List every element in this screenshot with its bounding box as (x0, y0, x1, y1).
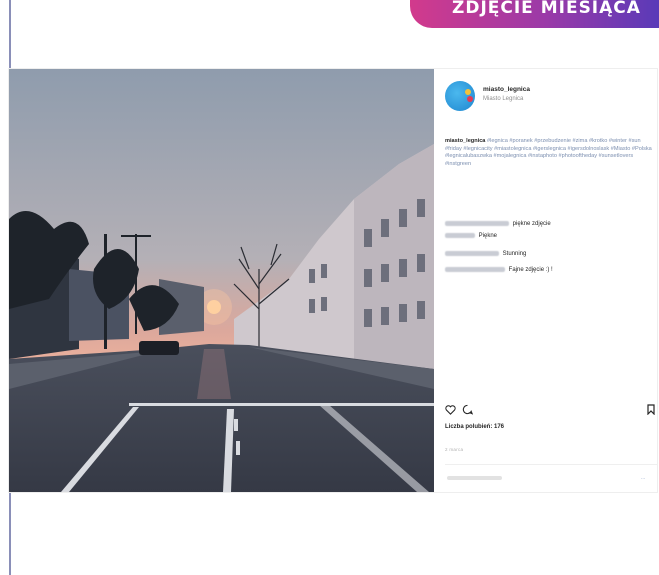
post-photo[interactable] (9, 69, 434, 492)
location[interactable]: Miasto Legnica (483, 96, 523, 102)
comment-input[interactable] (447, 476, 502, 480)
street-sunset-photo (9, 69, 434, 492)
comment-text: piękne zdjęcie (512, 221, 551, 227)
post-header: miasto_legnica Miasto Legnica (445, 81, 655, 111)
photo-of-the-month-banner: ZDJĘCIE MIESIĄCA (410, 0, 659, 28)
comment-text: Stunning (502, 251, 527, 257)
likes-count[interactable]: Liczba polubień: 176 (445, 424, 504, 430)
comment: Fajne zdjęcie :) ! (445, 266, 553, 274)
blurred-username (445, 220, 509, 226)
post-comment-button[interactable]: ... (641, 475, 645, 481)
comment: Stunning (445, 250, 526, 258)
post-sidebar: miasto_legnica Miasto Legnica miasto_leg… (445, 69, 657, 492)
avatar[interactable] (445, 81, 475, 111)
heart-icon[interactable] (445, 402, 456, 420)
caption-username[interactable]: miasto_legnica (445, 138, 485, 144)
comment: piękne zdjęcie (445, 220, 551, 228)
blurred-username (445, 266, 505, 272)
comment: Piękne (445, 232, 497, 240)
comment-text: Piękne (478, 233, 498, 239)
blurred-username (445, 232, 475, 238)
bookmark-icon[interactable] (647, 402, 655, 420)
instagram-post-embed: miasto_legnica Miasto Legnica miasto_leg… (9, 69, 657, 492)
blurred-username (445, 250, 499, 256)
comment-bubble-icon[interactable] (462, 402, 474, 420)
comment-text: Fajne zdjęcie :) ! (508, 267, 553, 273)
username[interactable]: miasto_legnica (483, 86, 530, 93)
logo-dot (465, 89, 471, 95)
logo-dot (467, 96, 473, 102)
post-caption: miasto_legnica #legnica #poranek #przebu… (445, 138, 655, 168)
post-date[interactable]: 2 marca (445, 447, 463, 452)
add-comment-bar: ... (445, 464, 657, 493)
